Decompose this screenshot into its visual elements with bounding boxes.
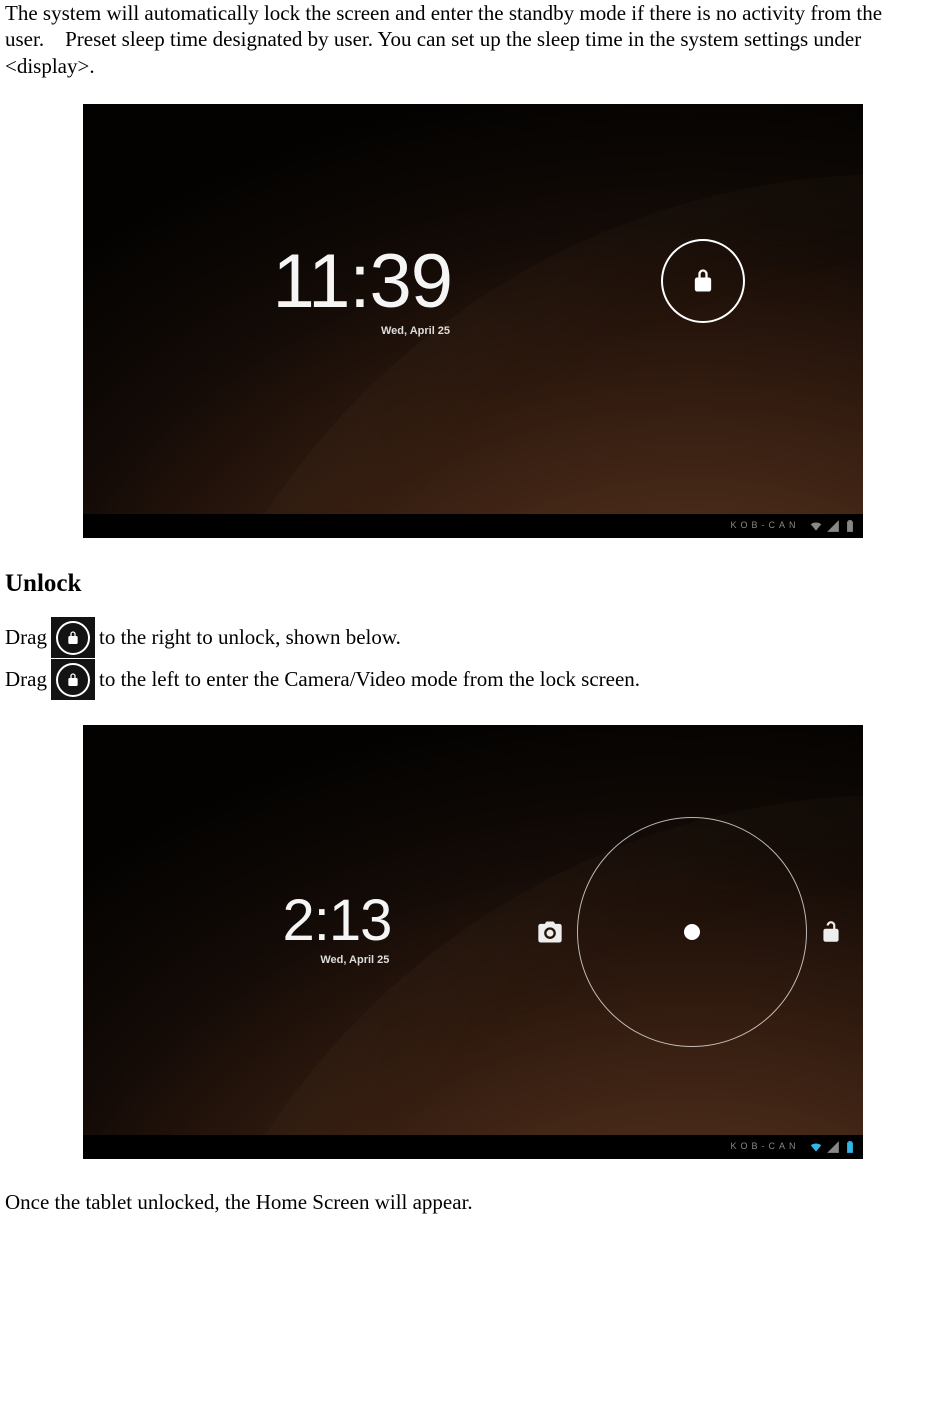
- signal-icon: [826, 1140, 840, 1154]
- battery-icon: [843, 1140, 857, 1154]
- instruction-line-2: Drag to the left to enter the Camera/Vid…: [5, 659, 940, 700]
- system-navbar: KOB-CAN: [83, 1135, 863, 1159]
- lock-handle-ring[interactable]: [661, 239, 745, 323]
- unlock-target[interactable]: [816, 917, 846, 947]
- camera-icon: [536, 918, 564, 946]
- battery-icon: [843, 519, 857, 533]
- intro-paragraph: The system will automatically lock the s…: [5, 0, 940, 79]
- instruction-1-prefix: Drag: [5, 624, 47, 650]
- inline-lock-circle: [56, 663, 90, 697]
- navbar-ssid: KOB-CAN: [730, 520, 799, 531]
- wifi-icon: [809, 519, 823, 533]
- camera-target[interactable]: [533, 915, 567, 949]
- clock-widget: 11:39 Wed, April 25: [273, 234, 453, 339]
- instruction-2-suffix: to the left to enter the Camera/Video mo…: [99, 666, 640, 692]
- instruction-2-prefix: Drag: [5, 666, 47, 692]
- inline-lock-icon-box-1: [51, 617, 95, 658]
- signal-icon: [826, 519, 840, 533]
- lock-screen-figure-1: 11:39 Wed, April 25 KOB-CAN: [0, 104, 945, 538]
- lock-icon: [65, 630, 81, 646]
- navbar-ssid: KOB-CAN: [730, 1141, 799, 1152]
- lock-icon: [689, 267, 717, 295]
- clock-widget: 2:13 Wed, April 25: [283, 885, 392, 967]
- instruction-1-suffix: to the right to unlock, shown below.: [99, 624, 401, 650]
- footer-paragraph: Once the tablet unlocked, the Home Scree…: [5, 1189, 940, 1215]
- system-navbar: KOB-CAN: [83, 514, 863, 538]
- lock-screen-figure-2: 2:13 Wed, April 25 KOB-CAN: [0, 725, 945, 1159]
- lock-icon: [65, 672, 81, 688]
- tablet-lock-screen-1: 11:39 Wed, April 25 KOB-CAN: [83, 104, 863, 538]
- inline-lock-icon-box-2: [51, 659, 95, 700]
- instruction-line-1: Drag to the right to unlock, shown below…: [5, 617, 940, 658]
- clock-time: 2:13: [283, 885, 392, 958]
- inline-lock-circle: [56, 621, 90, 655]
- wifi-icon: [809, 1140, 823, 1154]
- unlock-heading: Unlock: [5, 568, 940, 599]
- unlock-icon: [818, 919, 844, 945]
- tablet-lock-screen-2: 2:13 Wed, April 25 KOB-CAN: [83, 725, 863, 1159]
- clock-time: 11:39: [273, 234, 453, 329]
- unlock-center-handle[interactable]: [684, 924, 700, 940]
- planet-horizon-decoration: [143, 174, 863, 538]
